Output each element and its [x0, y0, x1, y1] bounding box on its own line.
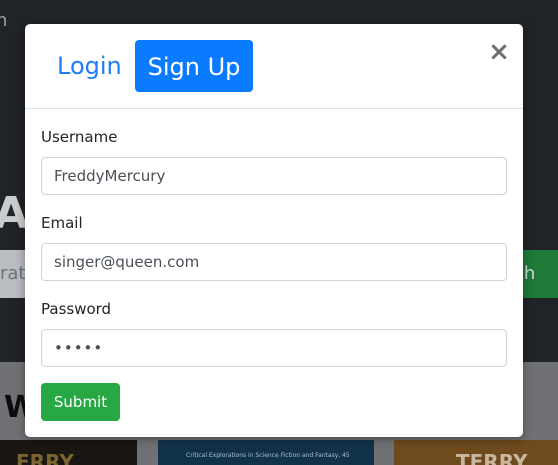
username-field[interactable] [41, 157, 507, 195]
nav-fragment: h [0, 10, 8, 31]
auth-modal: Login Sign Up × Username Email Password … [25, 24, 523, 437]
book-card-title: ERRY [16, 450, 74, 465]
password-field[interactable] [41, 329, 507, 367]
background-book-card: Critical Explorations in Science Fiction… [158, 440, 374, 465]
password-label: Password [41, 300, 112, 318]
book-card-title: Critical Explorations in Science Fiction… [186, 452, 350, 459]
background-book-card: ERRY [0, 440, 137, 465]
email-label: Email [41, 214, 83, 232]
username-label: Username [41, 128, 118, 146]
email-field[interactable] [41, 243, 507, 281]
close-icon[interactable]: × [487, 38, 511, 66]
background-book-card: TERRY [394, 440, 558, 465]
submit-button[interactable]: Submit [41, 383, 120, 421]
hero-title-fragment: A [0, 188, 29, 239]
book-card-title: TERRY [456, 450, 528, 465]
modal-header: Login Sign Up × [25, 24, 523, 109]
tab-login[interactable]: Login [45, 40, 134, 92]
tab-signup[interactable]: Sign Up [135, 40, 253, 92]
